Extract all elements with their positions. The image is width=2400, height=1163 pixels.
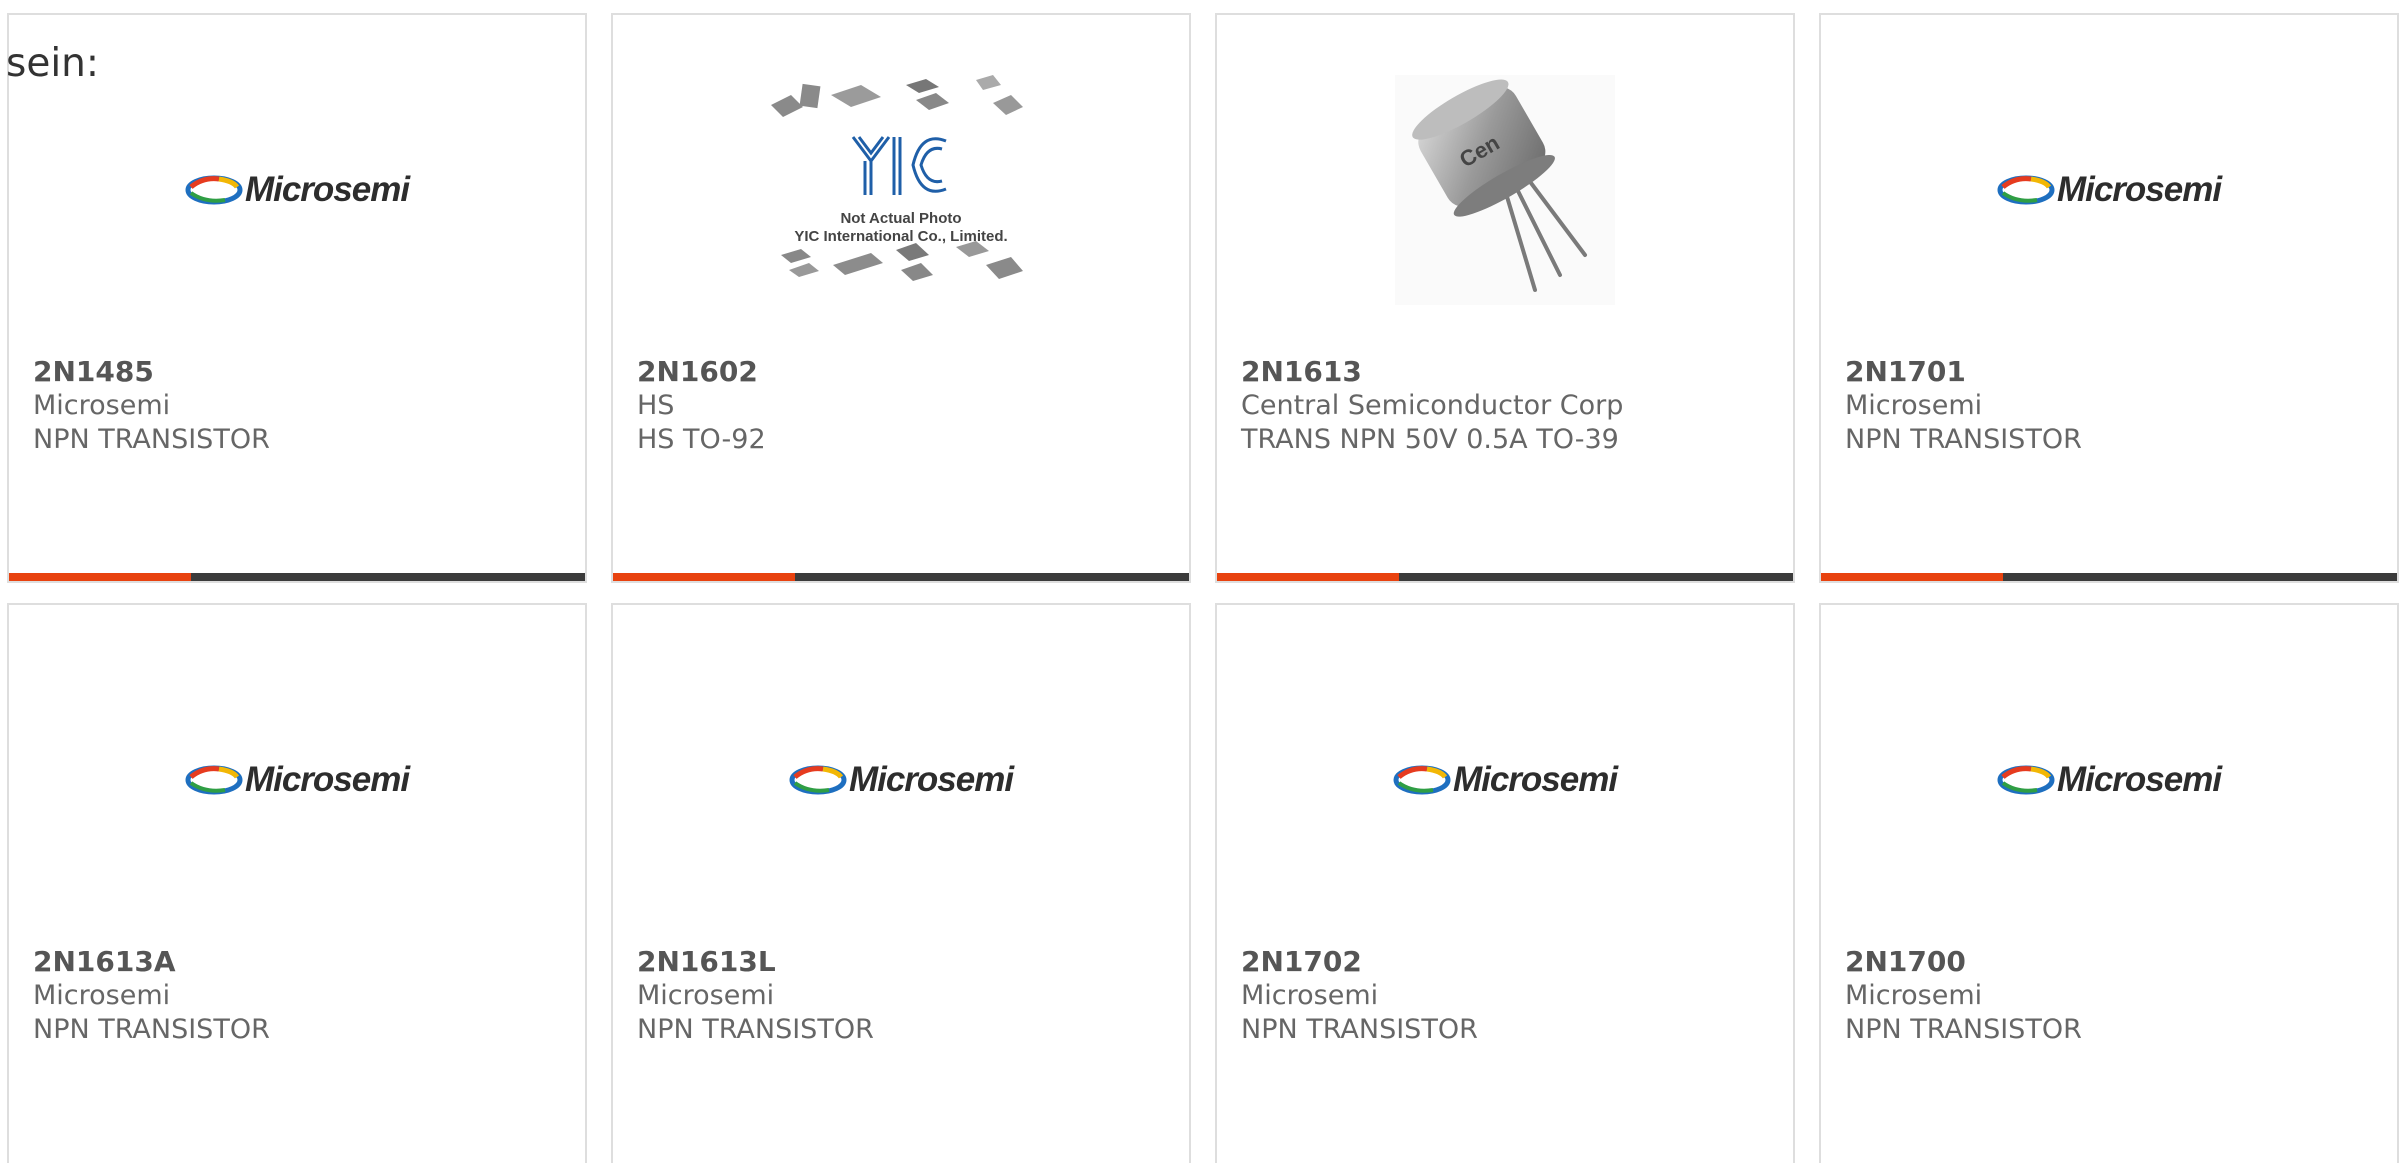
to39-transistor-photo: Cen (1395, 75, 1615, 305)
logo-wordmark: Microsemi (1452, 760, 1618, 799)
manufacturer-label: Microsemi (637, 980, 775, 1011)
microsemi-swirl-icon (185, 175, 243, 205)
manufacturer-label: Microsemi (1845, 390, 1983, 421)
product-info: 2N1702 Microsemi NPN TRANSISTOR (1241, 945, 1773, 1047)
microsemi-logo: Microsemi (789, 760, 1014, 800)
product-info: 2N1602 HS HS TO-92 (637, 355, 1169, 457)
product-card[interactable]: Microsemi 2N1702 Microsemi NPN TRANSISTO… (1215, 603, 1795, 1163)
description-label: NPN TRANSISTOR (33, 1014, 270, 1045)
logo-wordmark: Microsemi (2056, 760, 2222, 799)
card-bottom-bar (613, 573, 1189, 581)
manufacturer-label: HS (637, 390, 675, 421)
microsemi-swirl-icon (185, 765, 243, 795)
product-grid: sein: Microsemi 2N1485 Microsemi NPN TRA… (0, 0, 2400, 1163)
caption-line-2: YIC International Co., Limited. (794, 228, 1008, 245)
card-accent-bar (9, 573, 191, 581)
product-card[interactable]: Cen 2N1613 Central Semiconductor Corp TR… (1215, 13, 1795, 583)
part-number-link[interactable]: 2N1702 (1241, 945, 1773, 979)
microsemi-logo: Microsemi (1393, 760, 1618, 800)
logo-wordmark: Microsemi (244, 760, 410, 799)
description-label: TRANS NPN 50V 0.5A TO-39 (1241, 424, 1619, 455)
product-info: 2N1613 Central Semiconductor Corp TRANS … (1241, 355, 1773, 457)
description-label: NPN TRANSISTOR (1845, 424, 2082, 455)
part-number-link[interactable]: 2N1701 (1845, 355, 2377, 389)
placeholder-caption: Not Actual Photo YIC International Co., … (761, 210, 1041, 246)
product-card[interactable]: Not Actual Photo YIC International Co., … (611, 13, 1191, 583)
product-image[interactable]: Not Actual Photo YIC International Co., … (613, 15, 1189, 365)
logo-wordmark: Microsemi (244, 170, 410, 209)
product-image[interactable]: Microsemi (9, 605, 585, 955)
logo-wordmark: Microsemi (848, 760, 1014, 799)
manufacturer-label: Microsemi (33, 390, 171, 421)
microsemi-swirl-icon (1393, 765, 1451, 795)
part-number-link[interactable]: 2N1602 (637, 355, 1169, 389)
product-info: 2N1613L Microsemi NPN TRANSISTOR (637, 945, 1169, 1047)
logo-wordmark: Microsemi (2056, 170, 2222, 209)
product-info: 2N1485 Microsemi NPN TRANSISTOR (33, 355, 565, 457)
description-label: HS TO-92 (637, 424, 766, 455)
product-info: 2N1613A Microsemi NPN TRANSISTOR (33, 945, 565, 1047)
card-accent-bar (1217, 573, 1399, 581)
product-image[interactable]: Cen (1217, 15, 1793, 365)
microsemi-logo: Microsemi (185, 170, 410, 210)
product-image[interactable]: Microsemi (1217, 605, 1793, 955)
microsemi-logo: Microsemi (185, 760, 410, 800)
microsemi-swirl-icon (789, 765, 847, 795)
microsemi-swirl-icon (1997, 765, 2055, 795)
product-card[interactable]: Microsemi 2N1701 Microsemi NPN TRANSISTO… (1819, 13, 2399, 583)
part-number-link[interactable]: 2N1700 (1845, 945, 2377, 979)
description-label: NPN TRANSISTOR (1845, 1014, 2082, 1045)
caption-line-1: Not Actual Photo (840, 210, 962, 227)
manufacturer-label: Microsemi (1241, 980, 1379, 1011)
microsemi-swirl-icon (1997, 175, 2055, 205)
manufacturer-label: Central Semiconductor Corp (1241, 390, 1624, 421)
product-card[interactable]: Microsemi 2N1613A Microsemi NPN TRANSIST… (7, 603, 587, 1163)
card-accent-bar (1821, 573, 2003, 581)
card-bottom-bar (1217, 573, 1793, 581)
product-card[interactable]: Microsemi 2N1485 Microsemi NPN TRANSISTO… (7, 13, 587, 583)
product-info: 2N1700 Microsemi NPN TRANSISTOR (1845, 945, 2377, 1047)
part-number-link[interactable]: 2N1613 (1241, 355, 1773, 389)
product-info: 2N1701 Microsemi NPN TRANSISTOR (1845, 355, 2377, 457)
description-label: NPN TRANSISTOR (33, 424, 270, 455)
product-card[interactable]: Microsemi 2N1613L Microsemi NPN TRANSIST… (611, 603, 1191, 1163)
product-image[interactable]: Microsemi (613, 605, 1189, 955)
chip-packages-icon (771, 75, 1023, 281)
card-bottom-bar (9, 573, 585, 581)
manufacturer-label: Microsemi (1845, 980, 1983, 1011)
product-image[interactable]: Microsemi (1821, 605, 2397, 955)
yic-placeholder-image: Not Actual Photo YIC International Co., … (761, 65, 1041, 315)
card-accent-bar (613, 573, 795, 581)
description-label: NPN TRANSISTOR (637, 1014, 874, 1045)
part-number-link[interactable]: 2N1613L (637, 945, 1169, 979)
part-number-link[interactable]: 2N1485 (33, 355, 565, 389)
description-label: NPN TRANSISTOR (1241, 1014, 1478, 1045)
product-image[interactable]: Microsemi (1821, 15, 2397, 365)
microsemi-logo: Microsemi (1997, 170, 2222, 210)
leading-text: sein: (6, 41, 100, 86)
part-number-link[interactable]: 2N1613A (33, 945, 565, 979)
card-bottom-bar (1821, 573, 2397, 581)
manufacturer-label: Microsemi (33, 980, 171, 1011)
product-card[interactable]: Microsemi 2N1700 Microsemi NPN TRANSISTO… (1819, 603, 2399, 1163)
microsemi-logo: Microsemi (1997, 760, 2222, 800)
